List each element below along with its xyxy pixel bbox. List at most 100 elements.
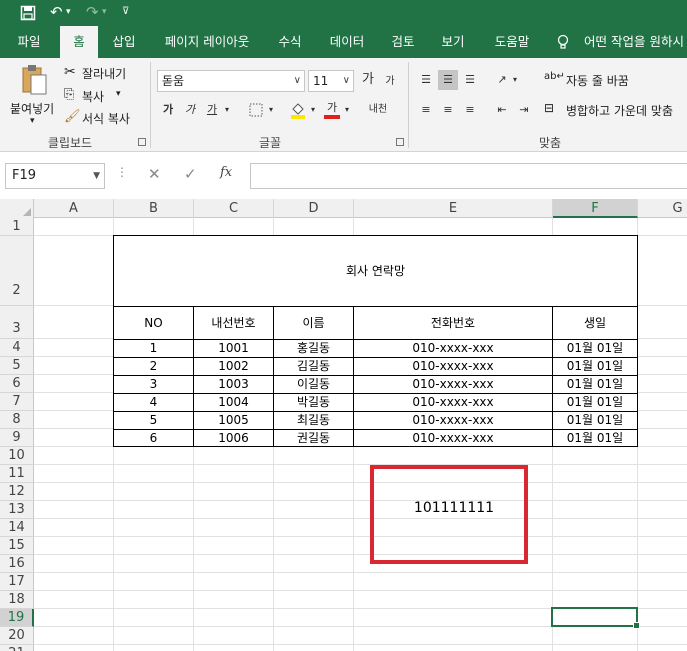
table-cell[interactable]: 010-xxxx-xxx (354, 394, 553, 412)
row-header[interactable]: 11 (0, 465, 34, 483)
row-header[interactable]: 2 (0, 236, 34, 306)
shrink-font-button[interactable]: 가 (380, 72, 400, 92)
spreadsheet-grid[interactable]: A B C D E F G 1 2 3 4 5 6 7 8 9 10 11 12… (0, 199, 687, 651)
header-no[interactable]: NO (114, 307, 194, 340)
align-bottom-icon[interactable]: ☰ (460, 70, 480, 90)
fill-color-icon[interactable] (288, 100, 308, 120)
undo-dropdown-icon[interactable]: ▾ (66, 2, 71, 22)
align-top-icon[interactable]: ☰ (416, 70, 436, 90)
tab-review[interactable]: 검토 (382, 26, 424, 58)
tab-page-layout[interactable]: 페이지 레이아웃 (152, 26, 262, 58)
cancel-icon[interactable]: ✕ (148, 165, 161, 183)
row-header[interactable]: 16 (0, 555, 34, 573)
row-header[interactable]: 20 (0, 627, 34, 645)
orientation-icon[interactable]: ↗ (492, 70, 512, 90)
redo-dropdown-icon[interactable]: ▾ (102, 2, 107, 22)
tab-data[interactable]: 데이터 (320, 26, 374, 58)
row-header[interactable]: 7 (0, 393, 34, 411)
font-color-button[interactable]: 가 (322, 98, 342, 119)
column-header-c[interactable]: C (194, 199, 274, 218)
column-header-g[interactable]: G (638, 199, 687, 218)
row-header[interactable]: 12 (0, 483, 34, 501)
table-cell[interactable]: 01월 01일 (553, 394, 637, 412)
table-cell[interactable]: 01월 01일 (553, 376, 637, 394)
format-painter-button[interactable]: 🖌 서식 복사 (64, 109, 144, 127)
row-header[interactable]: 6 (0, 375, 34, 393)
font-launcher-icon[interactable] (396, 138, 404, 146)
clipboard-launcher-icon[interactable] (138, 138, 146, 146)
table-cell[interactable]: 4 (114, 394, 194, 412)
header-extension[interactable]: 내선번호 (194, 307, 274, 340)
row-header[interactable]: 15 (0, 537, 34, 555)
table-cell[interactable]: 박길동 (274, 394, 354, 412)
table-cell[interactable]: 1006 (194, 430, 274, 446)
paste-button[interactable]: 붙여넣기 ▾ (6, 62, 60, 132)
customize-icon[interactable]: ⊽ (122, 2, 129, 22)
align-right-icon[interactable]: ≡ (460, 100, 480, 120)
merge-center-button[interactable]: ⊟ 병합하고 가운데 맞춤 (544, 100, 687, 120)
row-header[interactable]: 9 (0, 429, 34, 447)
table-cell[interactable]: 010-xxxx-xxx (354, 376, 553, 394)
row-header[interactable]: 14 (0, 519, 34, 537)
header-phone[interactable]: 전화번호 (354, 307, 553, 340)
table-cell[interactable]: 01월 01일 (553, 412, 637, 430)
border-icon[interactable] (246, 100, 266, 120)
table-cell[interactable]: 01월 01일 (553, 430, 637, 446)
column-header-e[interactable]: E (354, 199, 553, 218)
undo-icon[interactable]: ↶ (50, 2, 63, 22)
table-cell[interactable]: 홍길동 (274, 340, 354, 358)
table-cell[interactable]: 3 (114, 376, 194, 394)
table-cell[interactable]: 김길동 (274, 358, 354, 376)
decrease-indent-icon[interactable]: ⇤ (492, 100, 512, 120)
table-cell[interactable]: 01월 01일 (553, 340, 637, 358)
table-cell[interactable]: 이길동 (274, 376, 354, 394)
fill-color-dropdown-icon[interactable]: ▾ (308, 100, 318, 120)
table-cell[interactable]: 1 (114, 340, 194, 358)
phonetic-button[interactable]: 내천 (364, 100, 392, 120)
underline-dropdown-icon[interactable]: ▾ (222, 100, 232, 120)
table-cell[interactable]: 1004 (194, 394, 274, 412)
tab-home[interactable]: 홈 (60, 26, 98, 58)
row-header[interactable]: 17 (0, 573, 34, 591)
tab-view[interactable]: 보기 (432, 26, 474, 58)
font-name-select[interactable]: 돋움 ∨ (157, 70, 305, 92)
lightbulb-icon[interactable] (556, 26, 570, 58)
row-header[interactable]: 21 (0, 645, 34, 651)
save-icon[interactable] (20, 2, 36, 22)
tab-insert[interactable]: 삽입 (104, 26, 144, 58)
underline-button[interactable]: 가 (202, 100, 222, 120)
column-header-f[interactable]: F (553, 199, 638, 218)
table-cell[interactable]: 01월 01일 (553, 358, 637, 376)
row-header[interactable]: 10 (0, 447, 34, 465)
row-header[interactable]: 19 (0, 609, 34, 627)
table-cell[interactable]: 2 (114, 358, 194, 376)
orientation-dropdown-icon[interactable]: ▾ (510, 70, 520, 90)
table-title[interactable]: 회사 연락망 (114, 236, 637, 307)
table-cell[interactable]: 5 (114, 412, 194, 430)
row-header[interactable]: 8 (0, 411, 34, 429)
cut-button[interactable]: ✂ 잘라내기 (64, 64, 144, 82)
increase-indent-icon[interactable]: ⇥ (514, 100, 534, 120)
table-cell[interactable]: 010-xxxx-xxx (354, 358, 553, 376)
header-name[interactable]: 이름 (274, 307, 354, 340)
table-cell[interactable]: 6 (114, 430, 194, 446)
formula-input[interactable] (250, 163, 687, 189)
table-cell[interactable]: 010-xxxx-xxx (354, 430, 553, 446)
table-cell[interactable]: 010-xxxx-xxx (354, 340, 553, 358)
font-color-dropdown-icon[interactable]: ▾ (342, 100, 352, 120)
active-cell-selection[interactable] (551, 607, 640, 629)
border-dropdown-icon[interactable]: ▾ (266, 100, 276, 120)
tab-formulas[interactable]: 수식 (270, 26, 310, 58)
row-header[interactable]: 1 (0, 218, 34, 236)
align-left-icon[interactable]: ≡ (416, 100, 436, 120)
redo-icon[interactable]: ↷ (86, 2, 99, 22)
table-cell[interactable]: 1001 (194, 340, 274, 358)
table-cell[interactable]: 010-xxxx-xxx (354, 412, 553, 430)
enter-icon[interactable]: ✓ (184, 165, 197, 183)
grow-font-button[interactable]: 가 (358, 70, 378, 90)
name-box[interactable]: F19 ▼ (5, 163, 105, 189)
column-header-a[interactable]: A (34, 199, 114, 218)
column-header-b[interactable]: B (114, 199, 194, 218)
table-cell[interactable]: 1005 (194, 412, 274, 430)
row-header[interactable]: 13 (0, 501, 34, 519)
